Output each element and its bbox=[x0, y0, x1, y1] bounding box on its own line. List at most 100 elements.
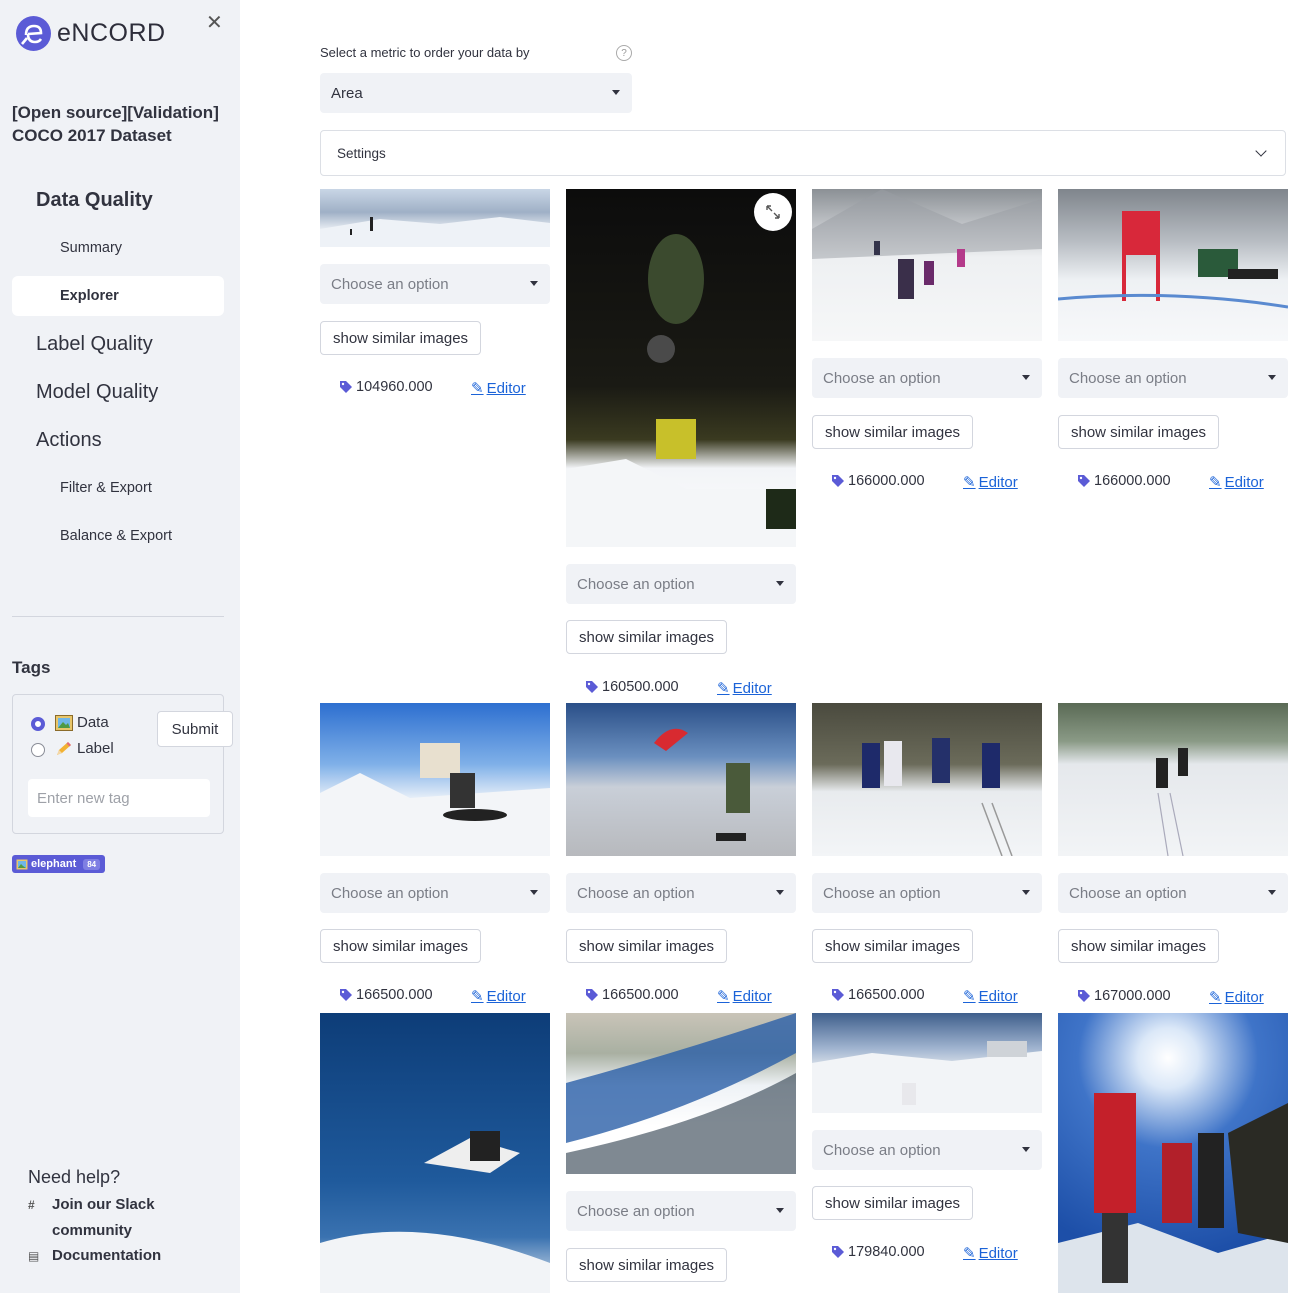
image-thumbnail bbox=[812, 1013, 1042, 1113]
caret-down-icon bbox=[530, 281, 538, 286]
editor-link[interactable]: ✎ Editor bbox=[471, 987, 526, 1006]
metric-value-text: 160500.000 bbox=[602, 679, 679, 695]
logo-text: eNCORD bbox=[57, 19, 166, 47]
caret-down-icon bbox=[612, 90, 620, 95]
choose-option-placeholder: Choose an option bbox=[577, 884, 695, 902]
picture-icon bbox=[16, 859, 28, 869]
metric-select-value: Area bbox=[331, 84, 363, 102]
image-thumbnail bbox=[1058, 703, 1288, 856]
metric-value-text: 166500.000 bbox=[356, 987, 433, 1003]
metric-value: 166000.000 bbox=[832, 473, 925, 489]
sidebar-divider bbox=[12, 616, 224, 617]
radio-label[interactable] bbox=[31, 743, 45, 757]
close-sidebar-icon[interactable]: ✕ bbox=[206, 10, 223, 35]
caret-down-icon bbox=[776, 1208, 784, 1213]
editor-link-text: Editor bbox=[1224, 473, 1264, 491]
show-similar-button[interactable]: show similar images bbox=[1058, 929, 1220, 963]
image-thumbnail bbox=[812, 703, 1042, 856]
nav-summary[interactable]: Summary bbox=[60, 240, 122, 256]
image-thumbnail bbox=[320, 1013, 550, 1293]
pencil-icon: ✎ bbox=[963, 1245, 976, 1262]
image-thumbnail bbox=[1058, 1013, 1288, 1293]
show-similar-button[interactable]: show similar images bbox=[812, 415, 974, 449]
choose-option-select[interactable]: Choose an option bbox=[320, 873, 550, 913]
show-similar-button[interactable]: show similar images bbox=[320, 929, 482, 963]
tag-icon bbox=[1078, 475, 1090, 487]
nav-balance-export[interactable]: Balance & Export bbox=[60, 528, 172, 544]
choose-option-select[interactable]: Choose an option bbox=[566, 564, 796, 604]
picture-icon bbox=[55, 714, 73, 731]
choose-option-select[interactable]: Choose an option bbox=[812, 358, 1042, 398]
choose-option-select[interactable]: Choose an option bbox=[566, 1191, 796, 1231]
choose-option-placeholder: Choose an option bbox=[823, 884, 941, 902]
new-tag-input[interactable] bbox=[28, 779, 210, 817]
radio-label-label[interactable]: Label bbox=[55, 740, 114, 757]
nav-explorer[interactable]: Explorer bbox=[60, 288, 119, 304]
slack-link[interactable]: # Join our Slack community bbox=[28, 1192, 155, 1244]
settings-expander[interactable]: Settings bbox=[320, 130, 1286, 176]
show-similar-button[interactable]: show similar images bbox=[1058, 415, 1220, 449]
editor-link[interactable]: ✎ Editor bbox=[963, 473, 1018, 492]
metric-value-text: 179840.000 bbox=[848, 1244, 925, 1260]
caret-down-icon bbox=[1268, 890, 1276, 895]
choose-option-placeholder: Choose an option bbox=[823, 369, 941, 387]
choose-option-placeholder: Choose an option bbox=[577, 575, 695, 593]
show-similar-button[interactable]: show similar images bbox=[566, 1248, 728, 1282]
editor-link[interactable]: ✎ Editor bbox=[717, 987, 772, 1006]
tag-submit-button[interactable]: Submit bbox=[157, 711, 233, 747]
editor-link-text: Editor bbox=[1224, 988, 1264, 1006]
tag-icon bbox=[832, 989, 844, 1001]
show-similar-button[interactable]: show similar images bbox=[320, 321, 482, 355]
nav-model-quality[interactable]: Model Quality bbox=[36, 381, 158, 404]
choose-option-placeholder: Choose an option bbox=[823, 1141, 941, 1159]
choose-option-select[interactable]: Choose an option bbox=[1058, 358, 1288, 398]
metric-value: 166500.000 bbox=[340, 987, 433, 1003]
tag-icon bbox=[340, 381, 352, 393]
documentation-link-text: Documentation bbox=[52, 1247, 162, 1264]
nav-data-quality[interactable]: Data Quality bbox=[36, 189, 153, 212]
caret-down-icon bbox=[776, 581, 784, 586]
editor-link[interactable]: ✎ Editor bbox=[963, 1244, 1018, 1263]
chevron-down-icon bbox=[1255, 145, 1267, 157]
dataset-title: [Open source][Validation] COCO 2017 Data… bbox=[12, 103, 219, 145]
radio-data-label[interactable]: Data bbox=[55, 714, 109, 731]
caret-down-icon bbox=[530, 890, 538, 895]
choose-option-select[interactable]: Choose an option bbox=[320, 264, 550, 304]
editor-link-text: Editor bbox=[486, 379, 526, 397]
tag-chip-elephant[interactable]: elephant 84 bbox=[12, 855, 106, 873]
show-similar-button[interactable]: show similar images bbox=[566, 929, 728, 963]
image-thumbnail bbox=[566, 1013, 796, 1174]
tags-form: Data Label Submit bbox=[12, 694, 233, 834]
nav-filter-export[interactable]: Filter & Export bbox=[60, 480, 152, 496]
encord-logo-icon bbox=[16, 16, 51, 51]
tag-icon bbox=[832, 475, 844, 487]
slack-icon: # bbox=[28, 1198, 35, 1212]
editor-link[interactable]: ✎ Editor bbox=[963, 987, 1018, 1006]
choose-option-select[interactable]: Choose an option bbox=[1058, 873, 1288, 913]
editor-link[interactable]: ✎ Editor bbox=[1209, 988, 1264, 1007]
nav-actions[interactable]: Actions bbox=[36, 429, 102, 452]
show-similar-button[interactable]: show similar images bbox=[812, 1186, 974, 1220]
metric-value-text: 166500.000 bbox=[602, 987, 679, 1003]
tag-chip-count: 84 bbox=[83, 858, 101, 870]
fullscreen-icon[interactable] bbox=[754, 193, 792, 231]
show-similar-button[interactable]: show similar images bbox=[812, 929, 974, 963]
nav-label-quality[interactable]: Label Quality bbox=[36, 333, 153, 356]
editor-link[interactable]: ✎ Editor bbox=[717, 679, 772, 698]
tag-icon bbox=[340, 989, 352, 1001]
radio-data[interactable] bbox=[31, 717, 45, 731]
show-similar-button[interactable]: show similar images bbox=[566, 620, 728, 654]
tags-title: Tags bbox=[12, 658, 51, 677]
editor-link[interactable]: ✎ Editor bbox=[471, 379, 526, 398]
metric-value-text: 166000.000 bbox=[1094, 473, 1171, 489]
choose-option-select[interactable]: Choose an option bbox=[566, 873, 796, 913]
choose-option-select[interactable]: Choose an option bbox=[812, 873, 1042, 913]
help-title: Need help? bbox=[28, 1167, 121, 1187]
tag-icon bbox=[586, 681, 598, 693]
documentation-link[interactable]: ▤ Documentation bbox=[28, 1243, 161, 1269]
help-icon[interactable]: ? bbox=[616, 45, 632, 61]
metric-select[interactable]: Area bbox=[320, 73, 632, 113]
metric-value: 166500.000 bbox=[832, 987, 925, 1003]
editor-link[interactable]: ✎ Editor bbox=[1209, 473, 1264, 492]
choose-option-select[interactable]: Choose an option bbox=[812, 1130, 1042, 1170]
